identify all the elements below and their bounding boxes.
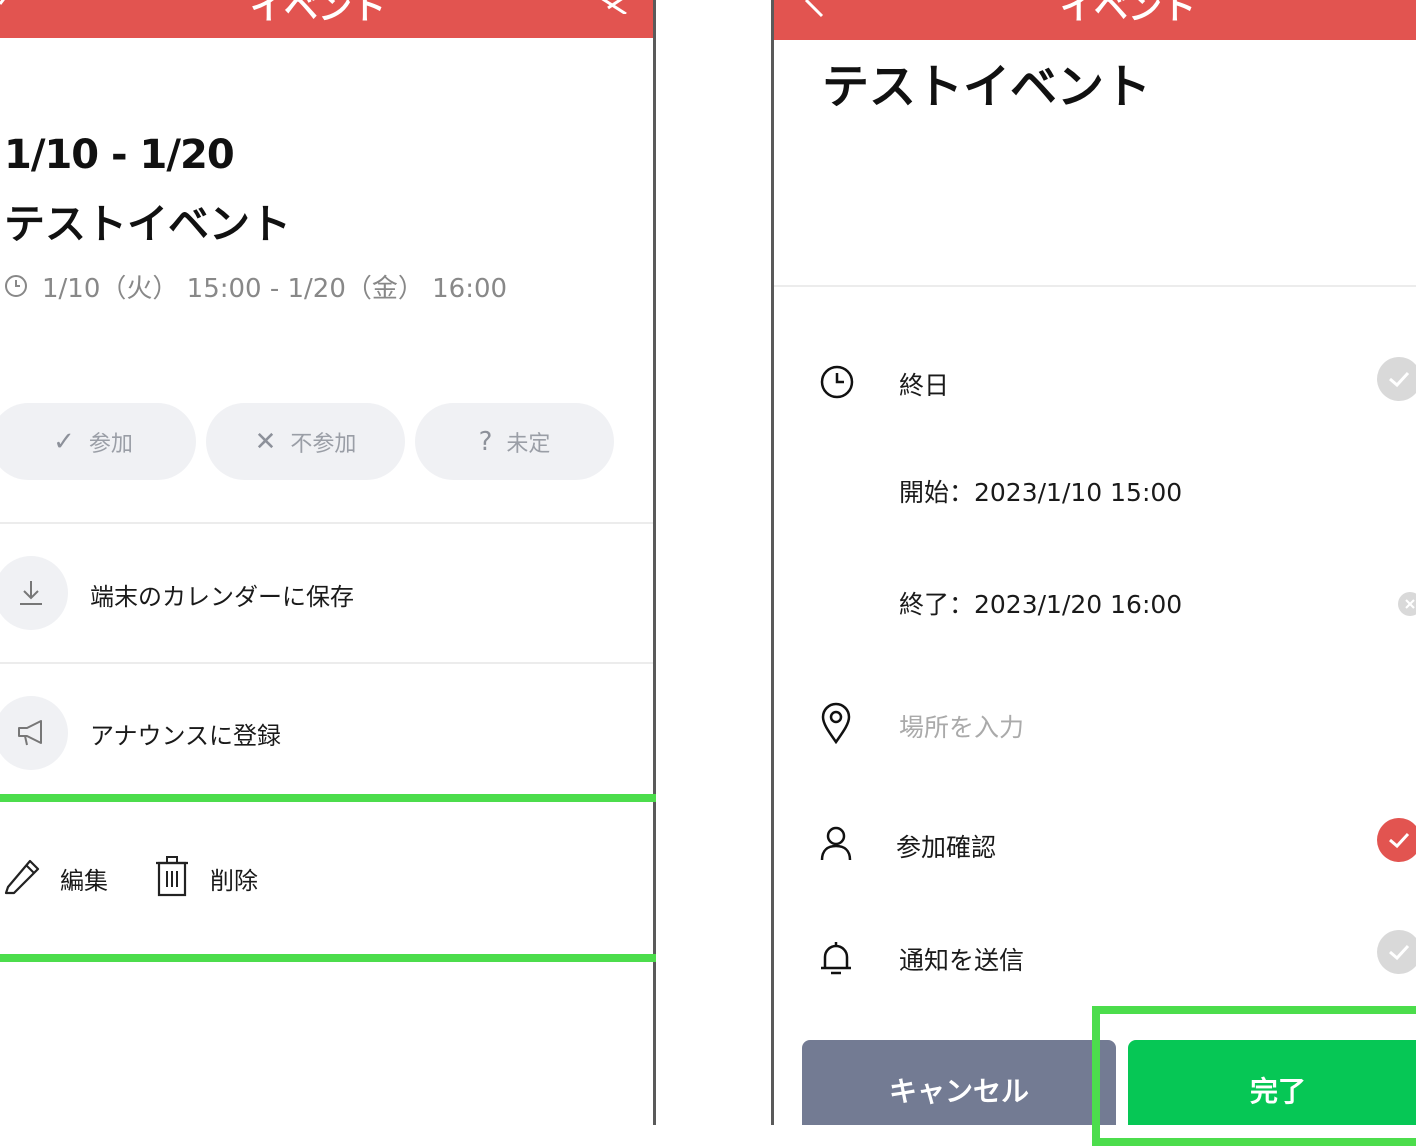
register-announcement-link[interactable]: アナウンスに登録: [90, 716, 281, 751]
rsvp-undecided-button[interactable]: ? 未定: [415, 403, 614, 480]
question-icon: ?: [478, 426, 493, 457]
rsvp-attend-label: 参加: [88, 431, 133, 457]
attendance-check-label: 参加確認: [896, 833, 997, 862]
send-notification-toggle[interactable]: [1377, 930, 1416, 974]
check-icon: [1389, 832, 1410, 849]
clear-end-button[interactable]: [1398, 592, 1416, 616]
rsvp-decline-button[interactable]: ✕ 不参加: [206, 403, 405, 480]
check-icon: [1389, 944, 1410, 961]
event-title: テストイベント: [4, 200, 291, 248]
highlight-box-edit-delete: [0, 794, 680, 962]
all-day-label: 終日: [899, 371, 950, 400]
back-icon[interactable]: [802, 0, 826, 18]
location-pin-icon: [821, 702, 851, 744]
rsvp-undecided-label: 未定: [506, 431, 551, 457]
megaphone-icon-circle[interactable]: [0, 696, 68, 770]
save-to-calendar-link[interactable]: 端末のカレンダーに保存: [90, 577, 354, 612]
check-icon: ✓: [53, 426, 75, 457]
event-time-row: 1/10（火） 15:00 - 1/20（金） 16:00: [4, 268, 507, 304]
event-date-range: 1/10 - 1/20: [4, 132, 235, 178]
close-icon[interactable]: [596, 0, 628, 14]
megaphone-icon: [18, 720, 42, 746]
header-bar: イベント: [774, 0, 1416, 40]
close-icon: [1405, 599, 1415, 609]
x-icon: ✕: [254, 426, 277, 457]
start-datetime[interactable]: 開始：2023/1/10 15:00: [899, 473, 1182, 509]
panel-gap: [656, 0, 771, 1125]
send-notification-label: 通知を送信: [899, 946, 1025, 975]
event-edit-panel: イベント テストイベント 終日 開始：2023/1/10 15:00 終了：20…: [771, 0, 1416, 1125]
highlight-box-done: [1092, 1006, 1416, 1146]
back-icon[interactable]: [0, 0, 10, 12]
check-icon: [1389, 371, 1410, 388]
person-icon: [820, 826, 852, 861]
divider: [0, 522, 653, 524]
clock-icon: [820, 365, 854, 399]
download-icon: [20, 581, 42, 605]
location-input[interactable]: 場所を入力: [899, 708, 1024, 744]
header-title: イベント: [1060, 0, 1196, 28]
divider: [0, 662, 653, 664]
clock-icon: [5, 275, 27, 297]
download-icon-circle[interactable]: [0, 556, 68, 630]
divider: [774, 285, 1416, 287]
rsvp-decline-label: 不参加: [290, 431, 357, 457]
all-day-toggle[interactable]: [1377, 357, 1416, 401]
cancel-button[interactable]: キャンセル: [802, 1040, 1116, 1125]
attendance-check-toggle[interactable]: [1377, 818, 1416, 862]
bell-icon: [821, 942, 851, 975]
event-title-input[interactable]: テストイベント: [822, 48, 1151, 117]
header-bar: イベント: [0, 0, 653, 38]
end-datetime[interactable]: 終了：2023/1/20 16:00: [899, 585, 1182, 621]
event-time-text: 1/10（火） 15:00 - 1/20（金） 16:00: [42, 273, 508, 304]
header-title: イベント: [250, 0, 386, 28]
rsvp-attend-button[interactable]: ✓ 参加: [0, 403, 196, 480]
